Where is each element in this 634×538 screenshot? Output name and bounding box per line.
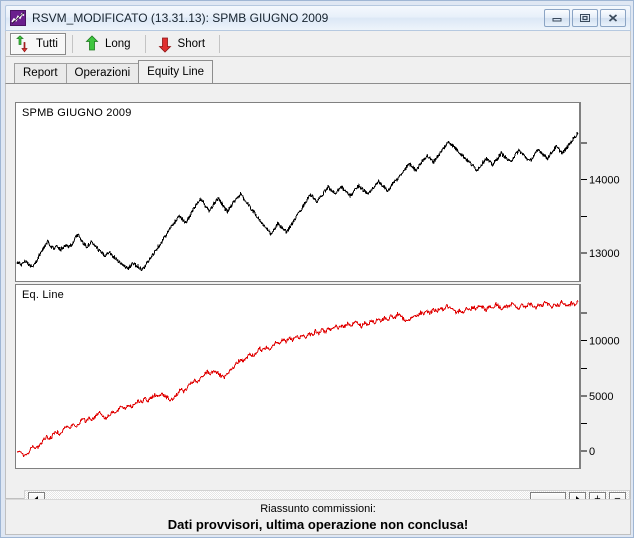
- window-controls: [544, 9, 626, 27]
- toolbar-button-long-label: Long: [104, 37, 131, 50]
- tab-operazioni[interactable]: Operazioni: [65, 63, 140, 83]
- tab-equity-line[interactable]: Equity Line: [138, 60, 214, 83]
- equity-chart-panel[interactable]: Eq. Line: [15, 284, 580, 469]
- window-title: RSVM_MODIFICATO (13.31.13): SPMB GIUGNO …: [32, 11, 329, 25]
- price-chart-panel[interactable]: SPMB GIUGNO 2009: [15, 102, 580, 282]
- svg-text:14000: 14000: [589, 175, 620, 187]
- toolbar-button-short[interactable]: Short: [152, 33, 214, 55]
- equity-chart-plot: [16, 299, 579, 458]
- svg-text:13000: 13000: [589, 248, 620, 260]
- toolbar-separator-2: [144, 34, 146, 53]
- svg-text:0: 0: [589, 446, 595, 458]
- application-window: RSVM_MODIFICATO (13.31.13): SPMB GIUGNO …: [0, 0, 634, 538]
- tab-strip: Report Operazioni Equity Line: [5, 57, 631, 83]
- toolbar-button-tutti-label: Tutti: [36, 37, 58, 50]
- restore-icon[interactable]: [572, 9, 598, 27]
- title-bar: RSVM_MODIFICATO (13.31.13): SPMB GIUGNO …: [5, 5, 631, 31]
- green-up-arrow-icon: [83, 34, 101, 53]
- red-down-arrow-icon: [156, 35, 174, 53]
- toolbar: Tutti Long Short: [5, 31, 631, 57]
- status-bar: Riassunto commissioni: Dati provvisori, …: [5, 499, 631, 535]
- line-chart-icon: [10, 10, 26, 26]
- close-icon[interactable]: [600, 9, 626, 27]
- toolbar-button-short-label: Short: [177, 37, 206, 50]
- equity-chart-y-axis: 0 5000 10000: [580, 284, 621, 469]
- commission-summary-label: Riassunto commissioni:: [260, 503, 376, 515]
- toolbar-separator-3: [219, 34, 221, 53]
- svg-text:5000: 5000: [589, 391, 613, 403]
- svg-text:10000: 10000: [589, 336, 620, 348]
- price-chart-plot: [16, 131, 579, 272]
- toolbar-button-long[interactable]: Long: [79, 33, 139, 55]
- tab-report[interactable]: Report: [14, 63, 67, 83]
- tab-content-equity-line: SPMB GIUGNO 2009 13000 14000 Eq. Line 0 50…: [5, 83, 631, 508]
- toolbar-separator-1: [71, 34, 73, 53]
- toolbar-button-tutti[interactable]: Tutti: [10, 32, 66, 55]
- minimize-icon[interactable]: [544, 9, 570, 27]
- charts-area: SPMB GIUGNO 2009 13000 14000 Eq. Line 0 50…: [15, 102, 630, 508]
- price-chart-y-axis: 13000 14000: [580, 102, 621, 282]
- up-down-arrow-icon: [14, 34, 32, 53]
- provisional-data-warning: Dati provvisori, ultima operazione non c…: [167, 517, 469, 532]
